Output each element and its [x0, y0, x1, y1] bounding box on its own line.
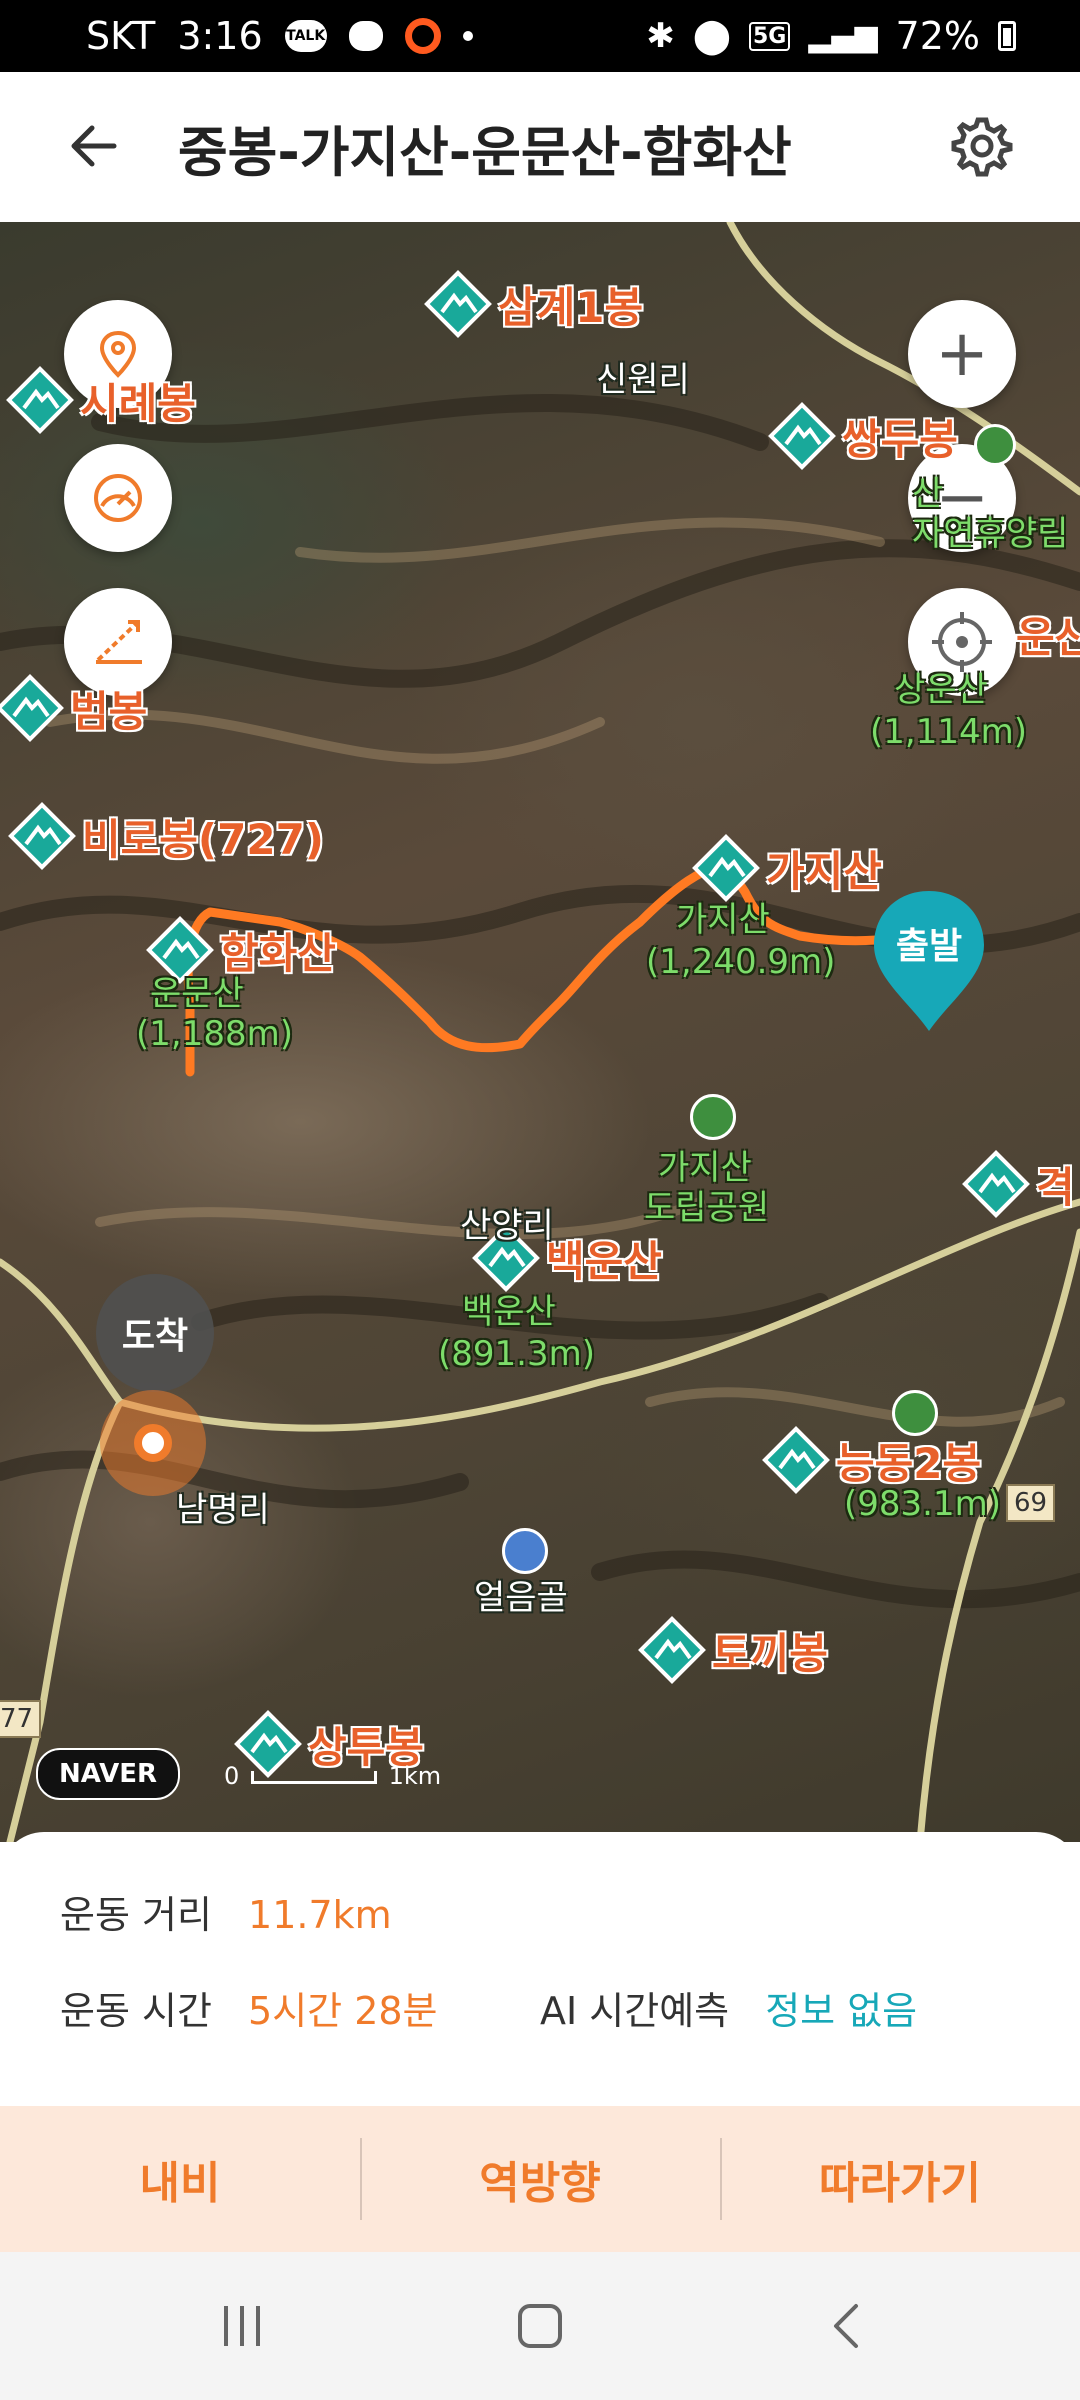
distance-value: 11.7km: [248, 1893, 392, 1937]
peak-marker[interactable]: 운산: [1012, 604, 1080, 665]
peak-marker[interactable]: 격: [960, 1148, 1075, 1220]
speed-gauge-button[interactable]: [64, 444, 172, 552]
page-title: 중봉-가지산-운문산-함화산: [178, 121, 792, 184]
record-icon: [404, 18, 441, 54]
peak-name-label: 가지산: [676, 900, 770, 940]
place-label: 신원리: [596, 360, 690, 400]
system-back-icon[interactable]: [818, 2296, 878, 2356]
map-scale: 0 1km: [224, 1762, 441, 1790]
zoom-in-button[interactable]: +: [908, 300, 1016, 408]
clock: 3:16: [177, 14, 263, 58]
bluetooth-icon: ✱: [646, 16, 675, 56]
road-number-badge: 69: [1006, 1484, 1056, 1522]
peak-marker[interactable]: 가지산: [690, 832, 882, 904]
map-view[interactable]: + − 삼계1봉 시례봉 쌍두봉 범봉 비로봉(727) 가지산 함화산 백운산…: [0, 222, 1080, 1842]
peak-name-label: 백운산: [462, 1292, 556, 1332]
peak-name-label: 운문산: [150, 974, 244, 1014]
naver-logo: NAVER: [36, 1748, 180, 1800]
peak-marker[interactable]: 비로봉(727): [6, 800, 324, 872]
place-label: 얼음골: [474, 1578, 568, 1618]
reverse-direction-button[interactable]: 역방향: [360, 2106, 720, 2252]
peak-name-label: 상운산: [894, 670, 988, 710]
peak-marker[interactable]: 삼계1봉: [422, 268, 643, 340]
mountain-icon: [692, 834, 760, 902]
place-label: 산양리: [460, 1206, 554, 1246]
scale-start-label: 0: [224, 1762, 240, 1790]
peak-elevation-label: (891.3m): [438, 1334, 595, 1374]
back-arrow-icon[interactable]: [64, 116, 124, 176]
mountain-icon: [962, 1150, 1030, 1218]
peak-marker[interactable]: 쌍두봉: [766, 400, 958, 472]
place-label: 자연휴양림: [912, 514, 1069, 554]
road-number-badge: 77: [0, 1700, 42, 1738]
mountain-icon: [638, 1616, 706, 1684]
route-stats-sheet: 운동 거리 11.7km 운동 시간 5시간 28분 AI 시간예측 정보 없음: [0, 1832, 1080, 2108]
current-position-dot: [134, 1424, 172, 1462]
mountain-icon: [762, 1426, 830, 1494]
park-poi-icon[interactable]: [690, 1094, 736, 1140]
duration-label: 운동 시간: [60, 1989, 212, 2033]
slope-icon: [96, 620, 142, 664]
peak-elevation-label: (983.1m): [844, 1484, 1001, 1524]
distance-label: 운동 거리: [60, 1893, 212, 1937]
peak-marker[interactable]: 범봉: [0, 672, 147, 744]
place-label: 남명리: [176, 1490, 270, 1530]
landmark-poi-icon[interactable]: [502, 1528, 548, 1574]
start-label: 출발: [895, 926, 963, 967]
mountain-icon: [424, 270, 492, 338]
mountain-icon: [768, 402, 836, 470]
peak-elevation-label: (1,188m): [136, 1014, 293, 1054]
arrival-marker[interactable]: 도착: [96, 1274, 214, 1392]
battery-icon: [998, 21, 1016, 51]
scale-bar: [250, 1771, 377, 1784]
chat-icon: [348, 21, 383, 51]
speedometer-icon: [94, 474, 142, 522]
follow-route-button[interactable]: 따라가기: [720, 2106, 1080, 2252]
duration-value: 5시간 28분: [248, 1989, 438, 2033]
peak-elevation-label: (1,240.9m): [646, 942, 836, 982]
peak-elevation-label: (1,114m): [870, 712, 1027, 752]
status-bar: SKT 3:16 TALK ✱ ⬤ 5G ▂▄▆ 72%: [0, 0, 1080, 72]
kakaotalk-icon: TALK: [284, 20, 327, 52]
network-type-label: 5G: [748, 21, 791, 51]
more-notifications-icon: [462, 31, 473, 41]
home-icon[interactable]: [510, 2296, 570, 2356]
settings-gear-icon[interactable]: [950, 114, 1014, 178]
scale-distance-label: 1km: [388, 1762, 442, 1790]
system-nav-bar: [0, 2252, 1080, 2400]
carrier-label: SKT: [86, 14, 156, 58]
peak-marker[interactable]: 시례봉: [4, 364, 196, 436]
location-icon: ⬤: [692, 16, 731, 56]
signal-icon: ▂▄▆: [808, 18, 878, 54]
park-label: 가지산: [658, 1148, 752, 1188]
start-marker[interactable]: 출발: [870, 887, 988, 1035]
forest-poi-icon[interactable]: [974, 424, 1016, 466]
peak-marker[interactable]: 토끼봉: [636, 1614, 828, 1686]
mountain-icon: [8, 802, 76, 870]
crosshair-icon: [932, 612, 992, 672]
action-bar: 내비 역방향 따라가기: [0, 2106, 1080, 2252]
ai-estimate-label: AI 시간예측: [540, 1989, 730, 2033]
peak-poi-icon[interactable]: [892, 1390, 938, 1436]
battery-percent: 72%: [895, 14, 980, 58]
plus-icon: +: [935, 317, 989, 391]
mountain-icon: [6, 366, 74, 434]
ai-estimate-value: 정보 없음: [765, 1989, 918, 2033]
mountain-icon: [0, 674, 64, 742]
navigation-button[interactable]: 내비: [0, 2106, 360, 2252]
place-label: 산: [912, 474, 944, 514]
recent-apps-icon[interactable]: [212, 2296, 272, 2356]
app-header: 중봉-가지산-운문산-함화산: [0, 72, 1080, 224]
park-label: 도립공원: [644, 1188, 770, 1228]
